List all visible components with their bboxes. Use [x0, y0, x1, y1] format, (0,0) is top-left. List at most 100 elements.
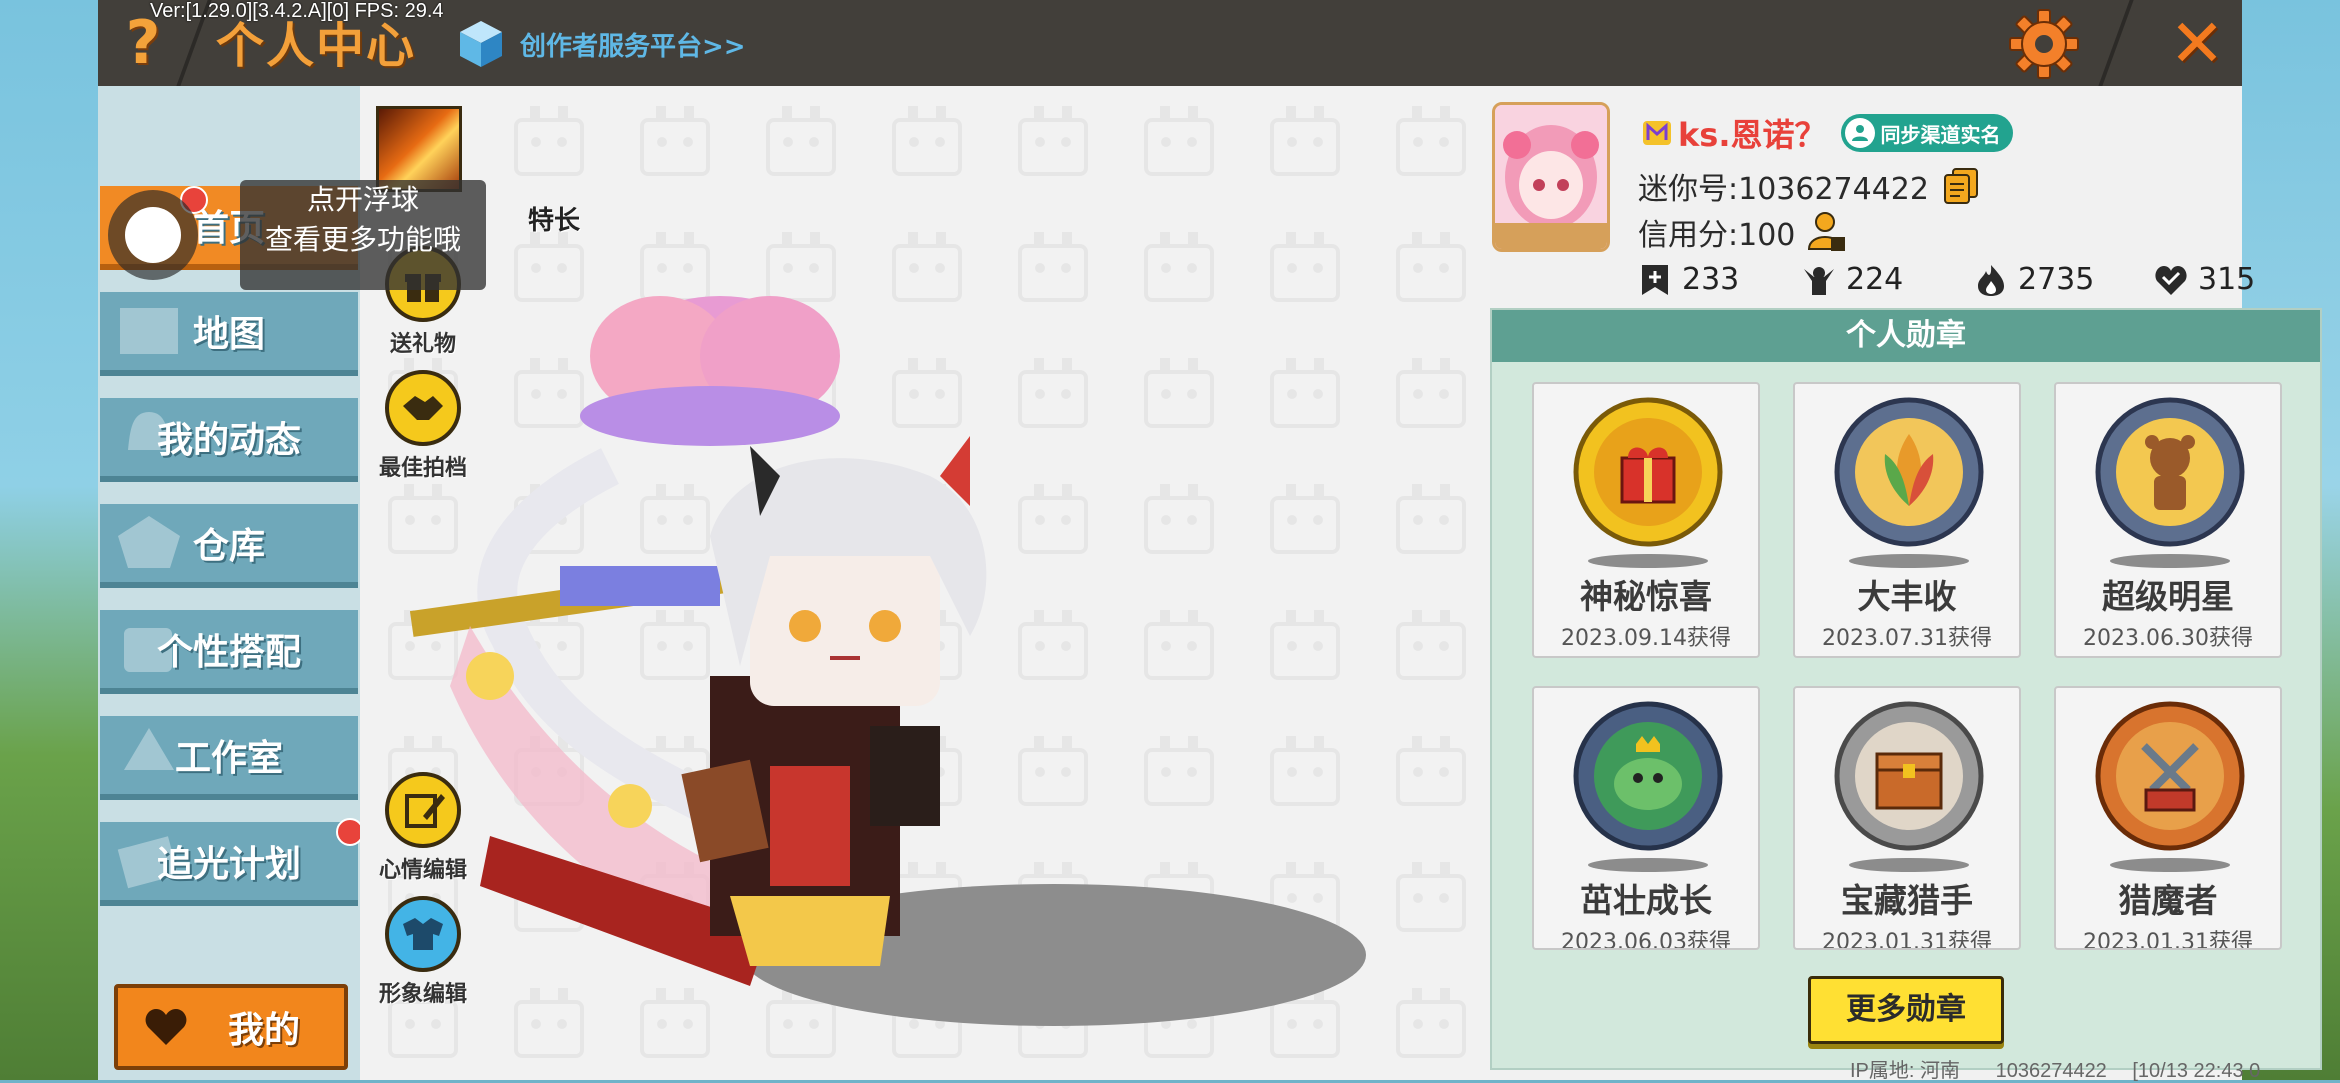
medal-name: 茁壮成长 [1580, 881, 1712, 920]
stat-value: 315 [2198, 262, 2256, 297]
background-left [0, 0, 100, 1080]
mini-id: 迷你号:1036274422 [1638, 172, 1929, 207]
sidebar-item-outfit[interactable]: 个性搭配 [100, 610, 358, 694]
credit-score: 信用分:100 [1638, 218, 1796, 253]
look-edit-button[interactable]: 形象编辑 [368, 896, 478, 1008]
gear-icon[interactable] [2006, 6, 2082, 82]
stat-likes[interactable]: 315 [2154, 262, 2255, 297]
medal-date: 2023.01.31获得 [2083, 930, 2253, 950]
me-button[interactable]: 我的 [114, 984, 348, 1070]
best-partner-label: 最佳拍档 [378, 456, 467, 481]
ip-location: IP属地: 河南 [1850, 1060, 1961, 1082]
floating-ball-dot [125, 207, 181, 263]
medal-shadow [1849, 858, 1969, 872]
sidebar-item-label: 地图 [192, 314, 265, 355]
medal-name: 宝藏猎手 [1841, 881, 1973, 920]
medal-shadow [2110, 858, 2230, 872]
medal-panel-title: 个人勋章 [1492, 310, 2320, 362]
bottom-info: IP属地: 河南 1036274422 [10/13 22:43 0 [1850, 1054, 2260, 1083]
medal-date: 2023.01.31获得 [1822, 930, 1992, 950]
sidebar-item-map[interactable]: 地图 [100, 292, 358, 376]
character-avatar [410, 296, 987, 986]
sidebar-item-label: 仓库 [192, 526, 265, 567]
fire-icon [1978, 264, 2004, 296]
medal-name: 猎魔者 [2118, 881, 2218, 920]
stat-value: 2735 [2018, 262, 2095, 297]
sidebar-item-label: 我的动态 [156, 420, 301, 461]
stat-popularity[interactable]: 2735 [1974, 262, 2094, 297]
mood-edit-label: 心情编辑 [378, 858, 467, 883]
tooltip-line: 查看更多功能哦 [264, 223, 461, 256]
medal-card[interactable]: 猎魔者 2023.01.31获得 [2054, 686, 2282, 950]
sidebar-item-label: 追光计划 [156, 844, 301, 885]
copy-icon[interactable] [1943, 167, 1979, 205]
medal-date: 2023.09.14获得 [1561, 626, 1731, 651]
floating-ball[interactable] [108, 190, 198, 280]
heart-icon [2155, 265, 2187, 295]
sidebar-item-light-plan[interactable]: 追光计划 [100, 822, 358, 906]
profile-window: ? 个人中心 创作者服务平台>> ✕ 首页 地图 我的动态 仓库 个性搭配 工作… [98, 0, 2322, 1080]
medal-card[interactable]: 茁壮成长 2023.06.03获得 [1532, 686, 1760, 950]
user-check-icon [1844, 118, 1875, 148]
me-button-label: 我的 [228, 1010, 301, 1051]
cube-icon [460, 21, 502, 67]
skill-label: 特长 [528, 206, 581, 236]
medal-treasure-hunter-icon [1834, 701, 1984, 851]
timestamp: [10/13 22:43 0 [2132, 1060, 2261, 1082]
look-edit-label: 形象编辑 [378, 982, 467, 1007]
clothes-icon [385, 896, 461, 972]
nickname-row: ks.恩诺？ 同步渠道实名 [1642, 110, 2013, 156]
stat-value: 233 [1682, 262, 1740, 297]
medal-date: 2023.06.03获得 [1561, 930, 1731, 950]
mood-edit-button[interactable]: 心情编辑 [368, 772, 478, 884]
medal-card[interactable]: 宝藏猎手 2023.01.31获得 [1793, 686, 2021, 950]
avatar[interactable] [1492, 102, 1610, 252]
divider [2098, 0, 2134, 86]
best-partner-button[interactable]: 最佳拍档 [368, 370, 478, 482]
stat-plus[interactable]: 233 [1638, 262, 1739, 297]
medal-demon-hunter-icon [2095, 701, 2245, 851]
medal-shadow [1588, 858, 1708, 872]
floating-ball-tooltip: 点开浮球 查看更多功能哦 [240, 180, 486, 290]
close-icon: ✕ [2169, 4, 2225, 82]
plus-icon [1642, 264, 1668, 295]
close-button[interactable]: ✕ [2158, 4, 2236, 82]
medal-name: 超级明星 [2102, 577, 2234, 616]
medal-name: 大丰收 [1857, 577, 1957, 616]
creator-platform-label: 创作者服务平台>> [520, 31, 746, 62]
medal-card[interactable]: 超级明星 2023.06.30获得 [2054, 382, 2282, 658]
sidebar-item-warehouse[interactable]: 仓库 [100, 504, 358, 588]
edit-icon [385, 772, 461, 848]
warehouse-icon [118, 516, 180, 568]
profile-panel: ks.恩诺？ 同步渠道实名 迷你号:1036274422 信用分:100 233… [1490, 86, 2340, 1080]
stat-value: 224 [1846, 262, 1904, 297]
handshake-icon [385, 370, 461, 446]
stat-fans[interactable]: 224 [1802, 262, 1903, 297]
sidebar-item-studio[interactable]: 工作室 [100, 716, 358, 800]
debug-overlay: Ver:[1.29.0][3.4.2.A][0] FPS: 29.4 [150, 0, 444, 22]
medal-card[interactable]: 大丰收 2023.07.31获得 [1793, 382, 2021, 658]
medal-card[interactable]: 神秘惊喜 2023.09.14获得 [1532, 382, 1760, 658]
medal-shadow [1849, 554, 1969, 568]
sync-realname-label: 同步渠道实名 [1880, 122, 2001, 147]
stats-row: 233 224 2735 315 [1638, 262, 2338, 308]
sidebar-item-label: 个性搭配 [156, 632, 301, 673]
credit-icon[interactable] [1807, 211, 1847, 253]
medal-shadow [2110, 554, 2230, 568]
medal-mystery-surprise-icon [1573, 397, 1723, 547]
nickname: ks.恩诺？ [1678, 116, 1827, 154]
medal-panel: 个人勋章 神秘惊喜 2023.09.14获得 大丰收 2023.07.31获得 … [1490, 308, 2322, 1070]
medal-name: 神秘惊喜 [1580, 577, 1712, 616]
tree-icon [124, 728, 174, 770]
credit-row: 信用分:100 [1638, 210, 1847, 254]
sidebar-item-activity[interactable]: 我的动态 [100, 398, 358, 482]
medal-date: 2023.07.31获得 [1822, 626, 1992, 651]
more-medals-button[interactable]: 更多勋章 [1808, 976, 2004, 1044]
medal-thriving-growth-icon [1573, 701, 1723, 851]
sidebar-item-label: 工作室 [174, 738, 283, 779]
creator-platform-link[interactable]: 创作者服务平台>> [458, 16, 746, 72]
tooltip-line: 点开浮球 [306, 183, 419, 216]
sync-realname-badge[interactable]: 同步渠道实名 [1840, 114, 2013, 152]
medal-super-star-icon [2095, 397, 2245, 547]
medal-big-harvest-icon [1834, 397, 1984, 547]
